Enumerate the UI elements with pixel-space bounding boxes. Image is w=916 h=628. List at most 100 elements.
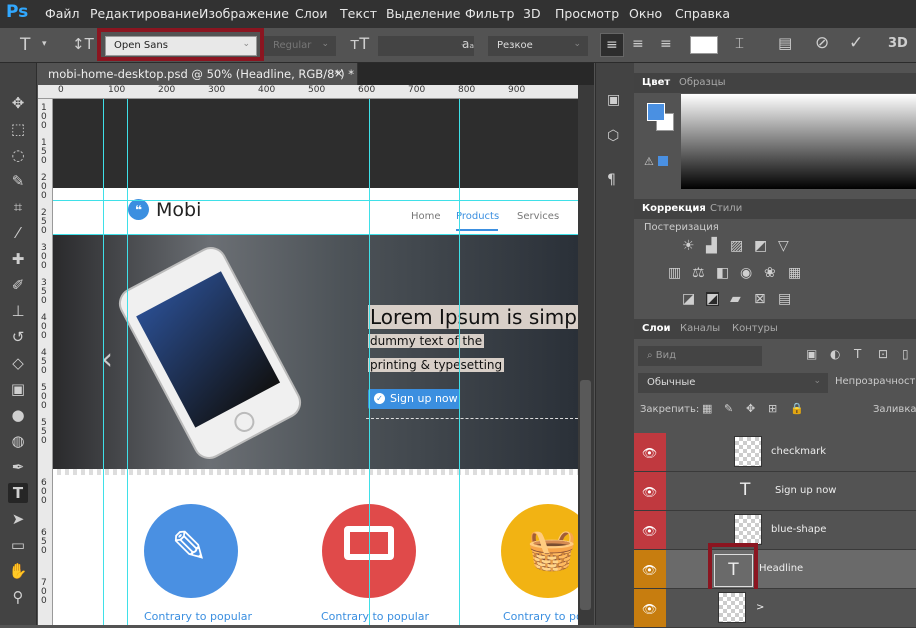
lock-move-icon[interactable]: ✥: [746, 403, 755, 414]
tab-adjustments[interactable]: Коррекция: [642, 203, 706, 214]
chevron-down-icon[interactable]: ▾: [42, 40, 47, 49]
lock-paint-icon[interactable]: ✎: [724, 403, 733, 414]
layer-row[interactable]: 👁 blue-shape: [634, 511, 916, 550]
filter-smart-icon[interactable]: ▯: [902, 348, 909, 360]
hand-tool-icon[interactable]: ✋: [8, 561, 28, 581]
eyedropper-tool-icon[interactable]: ⁄: [8, 223, 28, 243]
hue-icon[interactable]: ▥: [668, 266, 681, 280]
tab-layers[interactable]: Слои: [642, 323, 671, 334]
lock-artboard-icon[interactable]: ⊞: [768, 403, 777, 414]
signup-button[interactable]: ✓ Sign up now: [368, 389, 460, 409]
blur-tool-icon[interactable]: ●: [8, 405, 28, 425]
nav-products[interactable]: Products: [456, 211, 499, 222]
text-color-swatch[interactable]: [690, 36, 718, 54]
menu-3d[interactable]: 3D: [523, 6, 541, 21]
font-size-select[interactable]: ⌄: [378, 36, 474, 56]
filter-type-icon[interactable]: T: [854, 348, 861, 360]
gradient-map-icon[interactable]: ▤: [778, 292, 791, 306]
brightness-icon[interactable]: ☀: [682, 239, 695, 253]
character-icon[interactable]: ¶: [607, 173, 616, 187]
foreground-color[interactable]: [647, 103, 665, 121]
bw-icon[interactable]: ◧: [716, 266, 729, 280]
scrollbar-thumb[interactable]: [580, 380, 591, 610]
nav-services[interactable]: Services: [517, 211, 559, 222]
menu-file[interactable]: Файл: [45, 6, 80, 21]
history-icon[interactable]: ▣: [607, 93, 620, 107]
lock-pixels-icon[interactable]: ▦: [702, 403, 712, 414]
history-brush-icon[interactable]: ↺: [8, 327, 28, 347]
warp-text-icon[interactable]: ⌶: [735, 36, 744, 51]
layer-row[interactable]: 👁 >: [634, 589, 916, 628]
visibility-toggle[interactable]: 👁: [634, 433, 666, 471]
balance-icon[interactable]: ⚖: [692, 266, 705, 280]
gradient-tool-icon[interactable]: ▣: [8, 379, 28, 399]
commit-icon[interactable]: ✓: [849, 35, 863, 52]
invert-icon[interactable]: ◪: [682, 292, 695, 306]
selective-color-icon[interactable]: ⊠: [754, 292, 766, 306]
curves-icon[interactable]: ▨: [730, 239, 743, 253]
layer-row-selected[interactable]: 👁 T Headline: [634, 550, 916, 589]
path-select-tool-icon[interactable]: ➤: [8, 509, 28, 529]
nav-home[interactable]: Home: [411, 211, 441, 222]
eraser-tool-icon[interactable]: ◇: [8, 353, 28, 373]
quick-select-tool-icon[interactable]: ✎: [8, 171, 28, 191]
character-panel-icon[interactable]: ▤: [778, 36, 792, 51]
layer-row[interactable]: 👁 T Sign up now: [634, 472, 916, 511]
color-spectrum[interactable]: [681, 94, 916, 189]
lock-all-icon[interactable]: 🔒: [790, 403, 804, 414]
layer-filter-search[interactable]: ⌕ Вид: [638, 346, 762, 366]
align-center-icon[interactable]: ≡: [632, 37, 644, 51]
menu-type[interactable]: Текст: [340, 6, 377, 21]
brush-tool-icon[interactable]: ✐: [8, 275, 28, 295]
color-lookup-icon[interactable]: ▦: [788, 266, 801, 280]
hero-headline[interactable]: Lorem Ipsum is simpl: [368, 305, 578, 329]
3d-panel-icon[interactable]: ⬡: [607, 129, 619, 143]
channel-mixer-icon[interactable]: ❀: [764, 266, 776, 280]
healing-tool-icon[interactable]: ✚: [8, 249, 28, 269]
layer-row[interactable]: 👁 checkmark: [634, 433, 916, 472]
marquee-tool-icon[interactable]: ⬚: [8, 119, 28, 139]
vibrance-icon[interactable]: ▽: [778, 239, 789, 253]
menu-edit[interactable]: Редактирование: [90, 6, 199, 21]
menu-view[interactable]: Просмотр: [555, 6, 619, 21]
lasso-tool-icon[interactable]: ◌: [8, 145, 28, 165]
filter-adjust-icon[interactable]: ◐: [830, 348, 840, 360]
antialias-select[interactable]: Резкое ⌄: [488, 36, 588, 56]
dodge-tool-icon[interactable]: ◍: [8, 431, 28, 451]
menu-select[interactable]: Выделение: [386, 6, 460, 21]
visibility-toggle[interactable]: 👁: [634, 550, 666, 588]
zoom-tool-icon[interactable]: ⚲: [8, 587, 28, 607]
filter-shape-icon[interactable]: ⊡: [878, 348, 888, 360]
threshold-icon[interactable]: ▰: [730, 292, 741, 306]
menu-layer[interactable]: Слои: [295, 6, 328, 21]
websafe-swatch[interactable]: [658, 156, 668, 166]
tab-swatches[interactable]: Образцы: [679, 77, 726, 88]
document-canvas[interactable]: ❝ Mobi Home Products Services ‹ Lorem Ip…: [53, 99, 578, 625]
3d-icon[interactable]: 3D: [888, 37, 908, 50]
cancel-icon[interactable]: ⊘: [815, 35, 829, 52]
filter-image-icon[interactable]: ▣: [806, 348, 817, 360]
menu-filter[interactable]: Фильтр: [465, 6, 514, 21]
visibility-toggle[interactable]: 👁: [634, 472, 666, 510]
toggle-orientation-icon[interactable]: ↕T: [72, 37, 94, 52]
photo-filter-icon[interactable]: ◉: [740, 266, 752, 280]
posterize-icon[interactable]: ◩: [706, 292, 720, 306]
tab-color[interactable]: Цвет: [642, 77, 670, 88]
pen-tool-icon[interactable]: ✒: [8, 457, 28, 477]
exposure-icon[interactable]: ◩: [754, 239, 767, 253]
move-tool-icon[interactable]: ✥: [8, 93, 28, 113]
font-style-select[interactable]: Regular ⌄: [264, 36, 336, 56]
crop-tool-icon[interactable]: ⌗: [8, 197, 28, 217]
tab-channels[interactable]: Каналы: [680, 323, 720, 334]
shape-tool-icon[interactable]: ▭: [8, 535, 28, 555]
tab-styles[interactable]: Стили: [710, 203, 742, 214]
visibility-toggle[interactable]: 👁: [634, 511, 666, 549]
menu-image[interactable]: Изображение: [199, 6, 289, 21]
align-right-icon[interactable]: ≡: [660, 37, 672, 51]
document-tab[interactable]: mobi-home-desktop.psd @ 50% (Headline, R…: [38, 63, 358, 85]
align-left-button[interactable]: ≡: [600, 33, 624, 57]
menu-help[interactable]: Справка: [675, 6, 730, 21]
blend-mode-select[interactable]: Обычные ⌄: [638, 373, 828, 393]
close-tab-icon[interactable]: ×: [334, 66, 344, 80]
visibility-toggle[interactable]: 👁: [634, 589, 666, 627]
